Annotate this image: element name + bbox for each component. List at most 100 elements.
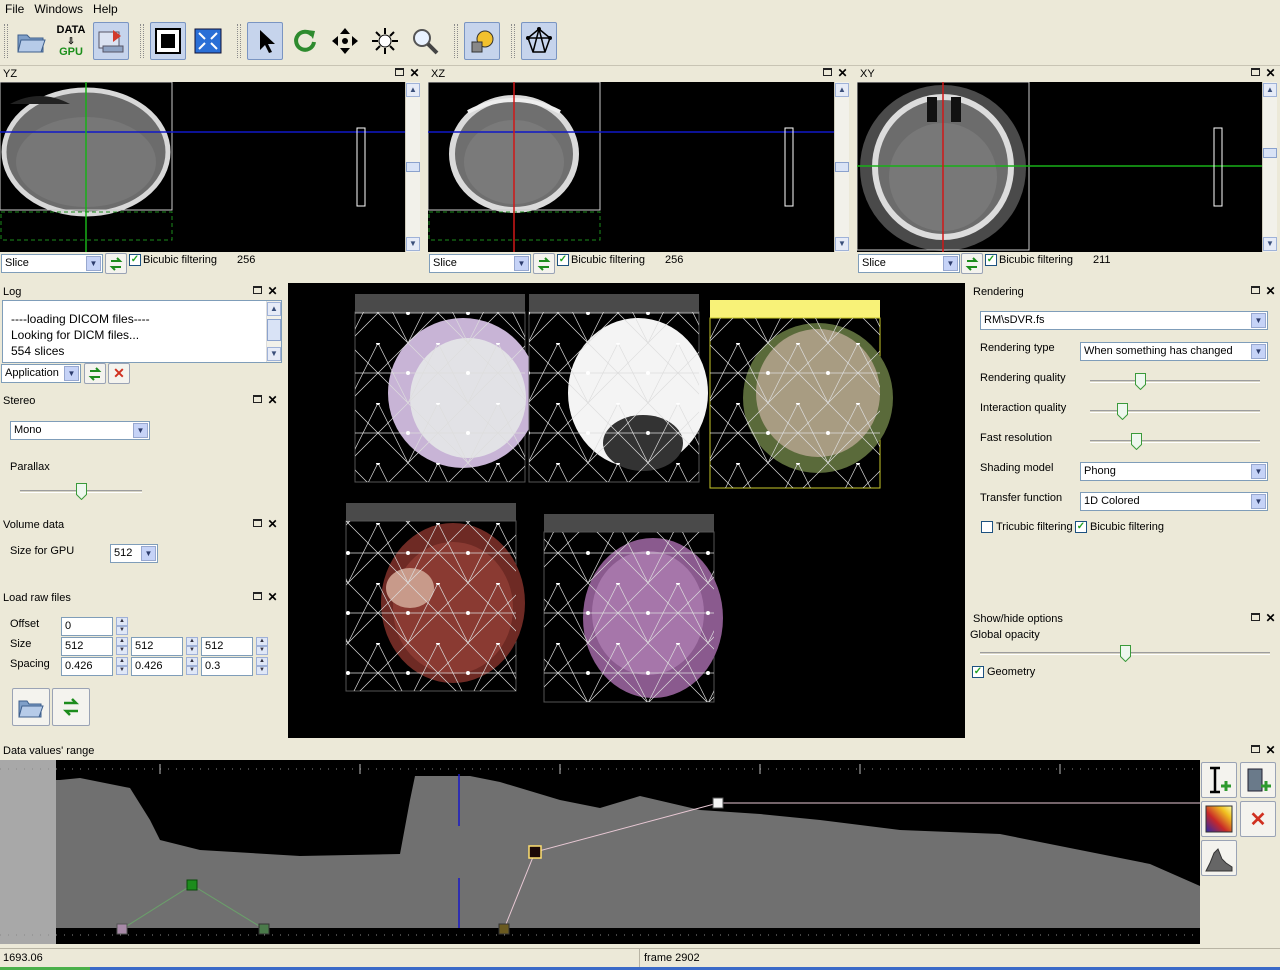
light-icon[interactable] (464, 22, 500, 60)
histogram-button[interactable] (1201, 840, 1237, 876)
size-y-spinner[interactable]: ▲ ▼ (186, 637, 198, 656)
spacing-y-spinner[interactable]: ▲ ▼ (186, 657, 198, 676)
yz-bicubic-checkbox[interactable]: ✓ (129, 254, 141, 266)
volume-close-button[interactable]: ✕ (267, 518, 278, 530)
geometry-checkbox[interactable]: ✓ (972, 666, 984, 678)
size-x-spinner[interactable]: ▲ ▼ (116, 637, 128, 656)
select-arrow-icon[interactable] (247, 22, 283, 60)
log-line: Looking for DICM files... (11, 328, 140, 342)
volume-panel-title: Volume data (3, 519, 65, 531)
rendering-quality-slider[interactable] (1090, 372, 1260, 392)
size-y-input[interactable]: 512 (131, 637, 183, 656)
xz-slice-view[interactable] (427, 81, 834, 252)
spacing-z-spinner[interactable]: ▲ ▼ (256, 657, 268, 676)
offset-input[interactable]: 0 (61, 617, 113, 636)
interaction-quality-slider[interactable] (1090, 402, 1260, 422)
offset-spinner[interactable]: ▲ ▼ (116, 617, 128, 636)
log-close-button[interactable]: ✕ (267, 285, 278, 297)
geometry-icon[interactable] (521, 22, 557, 60)
rendering-float-button[interactable] (1250, 286, 1261, 297)
tricubic-checkbox[interactable]: ✓ (981, 521, 993, 533)
shader-select[interactable]: RM\sDVR.fs ▼ (980, 311, 1268, 330)
xz-mode-select[interactable]: Slice ▼ (429, 254, 531, 273)
brightness-icon[interactable] (367, 22, 403, 60)
xy-scrollbar[interactable]: ▲ ▼ (1262, 82, 1277, 252)
xz-scrollbar[interactable]: ▲ ▼ (834, 82, 849, 252)
xz-refresh-button[interactable] (533, 253, 555, 274)
yz-close-button[interactable]: ✕ (409, 67, 420, 79)
log-clear-button[interactable]: ✕ (108, 363, 130, 384)
raw-close-button[interactable]: ✕ (267, 591, 278, 603)
yz-float-button[interactable] (394, 68, 405, 79)
bicubic-checkbox[interactable]: ✓ (1075, 521, 1087, 533)
size-z-input[interactable]: 512 (201, 637, 253, 656)
gpu-size-select[interactable]: 512 ▼ (110, 544, 158, 563)
reload-raw-button[interactable] (52, 688, 90, 726)
log-filter-select[interactable]: Application ▼ (1, 364, 81, 383)
pan-icon[interactable] (327, 22, 363, 60)
yz-slice-view[interactable] (0, 81, 405, 252)
spacing-y-input[interactable]: 0.426 (131, 657, 183, 676)
xz-bicubic-checkbox[interactable]: ✓ (557, 254, 569, 266)
open-raw-button[interactable] (12, 688, 50, 726)
rendering-close-button[interactable]: ✕ (1265, 285, 1276, 297)
xy-mode-select[interactable]: Slice ▼ (858, 254, 960, 273)
zoom-icon[interactable] (407, 22, 443, 60)
rotate-icon[interactable] (287, 22, 323, 60)
fit-view-icon[interactable] (150, 22, 186, 60)
yz-mode-select[interactable]: Slice ▼ (1, 254, 103, 273)
size-z-spinner[interactable]: ▲ ▼ (256, 637, 268, 656)
yz-scrollbar[interactable]: ▲ ▼ (405, 82, 420, 252)
spacing-label: Spacing (10, 658, 50, 670)
range-panel-title: Data values' range (3, 745, 95, 757)
parallax-slider[interactable] (20, 482, 142, 502)
xy-refresh-button[interactable] (961, 253, 983, 274)
color-map-button[interactable] (1201, 801, 1237, 837)
raw-float-button[interactable] (252, 592, 263, 603)
volume-float-button[interactable] (252, 519, 263, 530)
shading-model-select[interactable]: Phong ▼ (1080, 462, 1268, 481)
histogram-editor[interactable] (0, 760, 1200, 944)
menu-windows[interactable]: Windows (29, 0, 88, 18)
log-scrollbar[interactable]: ▲ ▼ (266, 301, 281, 362)
showhide-panel-title: Show/hide options (973, 613, 1063, 625)
size-x-input[interactable]: 512 (61, 637, 113, 656)
transfer-function-select[interactable]: 1D Colored ▼ (1080, 492, 1268, 511)
spacing-z-input[interactable]: 0.3 (201, 657, 253, 676)
menu-help[interactable]: Help (88, 0, 123, 18)
range-float-button[interactable] (1250, 745, 1261, 756)
xy-close-button[interactable]: ✕ (1265, 67, 1276, 79)
fast-resolution-slider[interactable] (1090, 432, 1260, 452)
3d-render-view[interactable] (288, 283, 965, 738)
stereo-close-button[interactable]: ✕ (267, 394, 278, 406)
stereo-float-button[interactable] (252, 395, 263, 406)
load-volume-icon[interactable] (93, 22, 129, 60)
spacing-x-input[interactable]: 0.426 (61, 657, 113, 676)
transfer-function-label: Transfer function (980, 492, 1063, 504)
log-refresh-button[interactable] (84, 363, 106, 384)
log-text-area[interactable]: ----loading DICOM files---- Looking for … (2, 300, 282, 363)
spacing-x-spinner[interactable]: ▲ ▼ (116, 657, 128, 676)
xz-float-button[interactable] (822, 68, 833, 79)
xz-close-button[interactable]: ✕ (837, 67, 848, 79)
showhide-float-button[interactable] (1250, 613, 1261, 624)
log-float-button[interactable] (252, 286, 263, 297)
stereo-mode-select[interactable]: Mono ▼ (10, 421, 150, 440)
xy-slice-view[interactable] (856, 81, 1262, 252)
add-block-button[interactable] (1240, 762, 1276, 798)
maximize-view-icon[interactable] (190, 22, 226, 60)
showhide-close-button[interactable]: ✕ (1265, 612, 1276, 624)
menu-file[interactable]: File (0, 0, 29, 18)
xy-bicubic-checkbox[interactable]: ✓ (985, 254, 997, 266)
open-folder-icon[interactable] (13, 22, 49, 60)
global-opacity-slider[interactable] (980, 644, 1270, 664)
log-panel-title: Log (3, 286, 22, 298)
rendering-type-select[interactable]: When something has changed ▼ (1080, 342, 1268, 361)
add-range-button[interactable] (1201, 762, 1237, 798)
range-close-button[interactable]: ✕ (1265, 744, 1276, 756)
data-to-gpu-icon[interactable]: DATA ⇩ GPU (53, 22, 89, 60)
delete-range-button[interactable]: ✕ (1240, 801, 1276, 837)
yz-refresh-button[interactable] (105, 253, 127, 274)
xy-float-button[interactable] (1250, 68, 1261, 79)
toolbar: DATA ⇩ GPU (0, 18, 1280, 66)
